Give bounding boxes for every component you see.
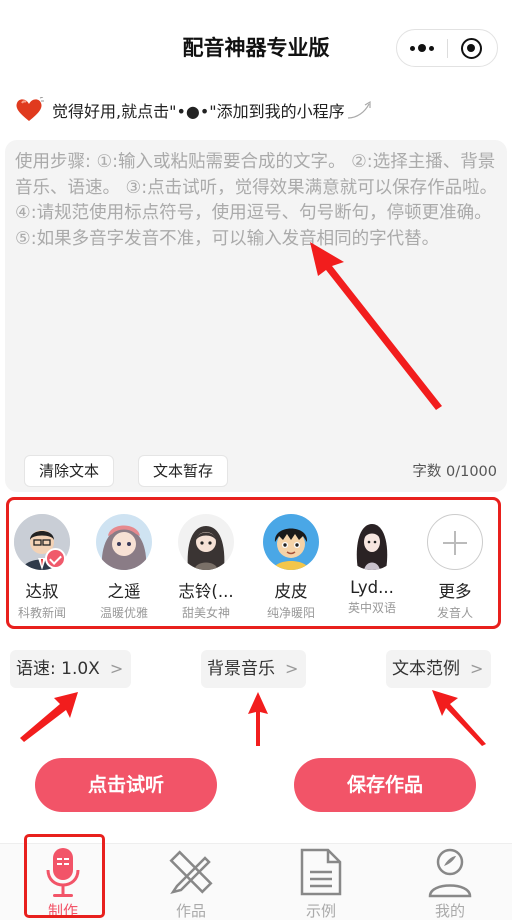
voice-desc: 科教新闻 bbox=[17, 606, 66, 620]
chevron-right-icon: > bbox=[470, 659, 484, 678]
speed-option[interactable]: 语速: 1.0X > bbox=[10, 650, 132, 688]
selected-check-icon bbox=[45, 548, 66, 569]
tab-mine[interactable]: 我的 bbox=[415, 846, 485, 920]
close-target-icon[interactable] bbox=[461, 38, 482, 59]
tab-works[interactable]: 作品 bbox=[156, 846, 226, 920]
voice-avatar bbox=[178, 514, 234, 570]
sample-text-option[interactable]: 文本范例 > bbox=[386, 650, 492, 688]
bgm-label: 背景音乐 bbox=[207, 659, 275, 679]
curved-arrow-icon bbox=[347, 100, 371, 119]
chevron-right-icon: > bbox=[285, 659, 299, 678]
save-draft-button[interactable]: 文本暂存 bbox=[138, 455, 229, 487]
voice-name: Lyd... bbox=[350, 578, 394, 597]
user-icon bbox=[428, 848, 472, 898]
voice-desc: 甜美女神 bbox=[181, 606, 230, 620]
voice-name: 之遥 bbox=[107, 582, 141, 601]
voice-name: 皮皮 bbox=[274, 582, 308, 601]
pencil-ruler-icon bbox=[169, 850, 213, 894]
voice-avatar bbox=[263, 514, 319, 570]
speed-label: 语速: 1.0X bbox=[16, 659, 100, 679]
top-bar: 配音神器专业版 bbox=[0, 0, 512, 92]
voice-desc: 纯净暖阳 bbox=[266, 606, 315, 620]
pointer-arrow-icon bbox=[432, 690, 486, 746]
bgm-option[interactable]: 背景音乐 > bbox=[201, 650, 307, 688]
voice-desc: 英中双语 bbox=[347, 601, 396, 615]
tip-text: 觉得好用,就点击"•●•"添加到我的小程序 bbox=[52, 102, 345, 121]
voice-name: 达叔 bbox=[25, 582, 59, 601]
voice-item[interactable]: 志铃(... 甜美女神 bbox=[166, 514, 246, 621]
tab-label: 示例 bbox=[305, 902, 336, 920]
voice-desc: 温暖优雅 bbox=[99, 606, 148, 620]
document-icon bbox=[300, 848, 342, 896]
voice-selector: 达叔 科教新闻 之遥 温暖优雅 志铃(... 甜美女神 皮皮 纯净暖阳 Lyd.… bbox=[6, 497, 501, 629]
heart-icon bbox=[16, 97, 44, 121]
mini-program-capsule bbox=[396, 29, 498, 67]
tab-label: 作品 bbox=[175, 902, 206, 920]
voice-item[interactable]: Lyd... 英中双语 bbox=[332, 514, 412, 616]
pointer-arrow-icon bbox=[310, 242, 442, 410]
chevron-right-icon: > bbox=[109, 659, 124, 678]
voice-name: 更多 bbox=[438, 582, 472, 601]
voice-desc: 发音人 bbox=[436, 606, 473, 620]
voice-name: 志铃(... bbox=[178, 582, 234, 601]
char-count: 字数 0/1000 bbox=[412, 464, 497, 480]
capsule-divider bbox=[447, 39, 448, 58]
pointer-arrow-icon bbox=[20, 692, 78, 742]
voice-avatar bbox=[344, 514, 400, 570]
active-tab-highlight bbox=[24, 834, 105, 918]
voice-avatar bbox=[96, 514, 152, 570]
voice-item[interactable]: 达叔 科教新闻 bbox=[2, 514, 82, 621]
more-menu-icon[interactable] bbox=[397, 30, 447, 66]
save-work-button[interactable]: 保存作品 bbox=[294, 758, 476, 812]
add-to-mini-program-tip: 觉得好用,就点击"•●•"添加到我的小程序 bbox=[14, 96, 373, 124]
tab-examples[interactable]: 示例 bbox=[286, 846, 356, 920]
sample-label: 文本范例 bbox=[392, 659, 460, 679]
voice-item[interactable]: 之遥 温暖优雅 bbox=[84, 514, 164, 621]
clear-text-button[interactable]: 清除文本 bbox=[24, 455, 115, 487]
more-voices-button[interactable]: 更多 发音人 bbox=[415, 514, 495, 621]
voice-item[interactable]: 皮皮 纯净暖阳 bbox=[251, 514, 331, 621]
plus-icon bbox=[427, 514, 483, 570]
tab-label: 我的 bbox=[434, 902, 465, 920]
preview-button[interactable]: 点击试听 bbox=[35, 758, 217, 812]
pointer-arrow-icon bbox=[248, 692, 268, 746]
